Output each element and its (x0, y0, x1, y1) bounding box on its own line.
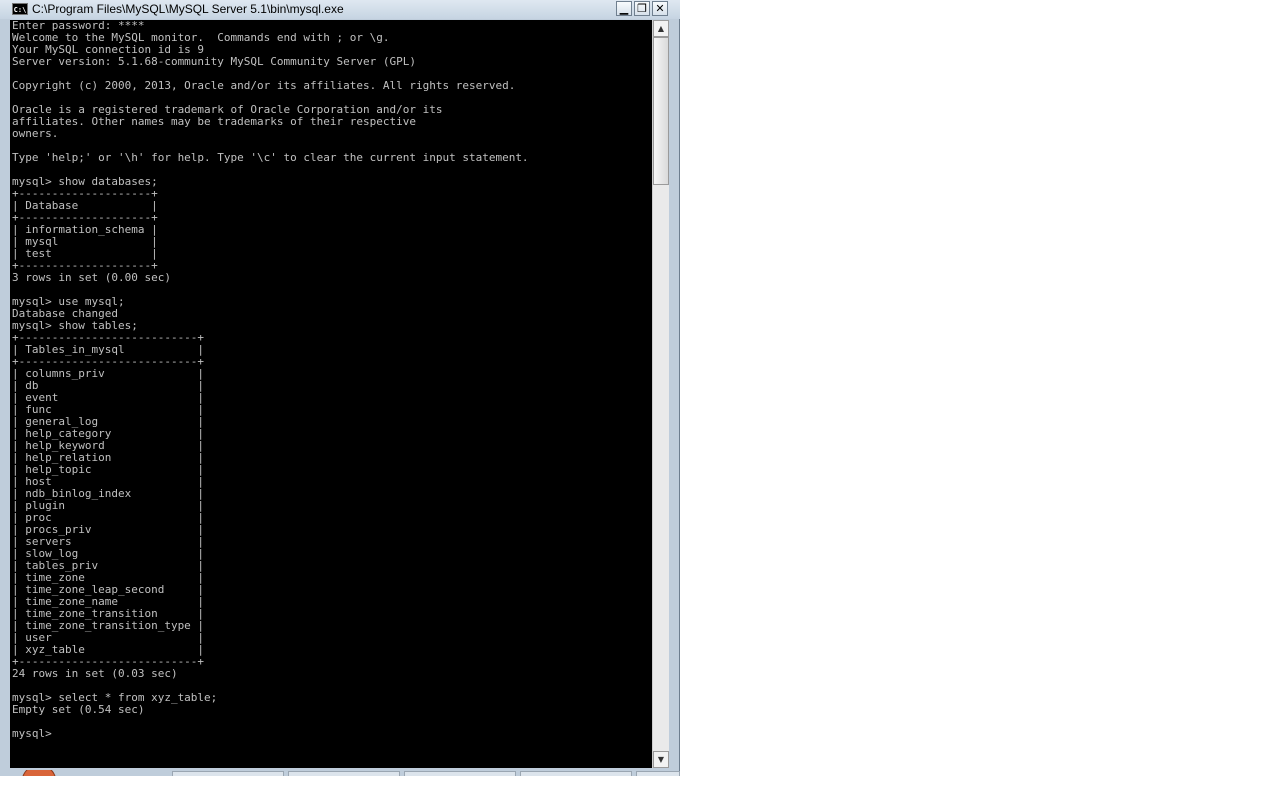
scroll-down-arrow-icon[interactable]: ▼ (653, 751, 669, 768)
taskbar-button[interactable] (404, 771, 516, 776)
console-line: affiliates. Other names may be trademark… (12, 115, 416, 128)
close-button[interactable]: ✕ (652, 1, 668, 16)
vertical-scrollbar[interactable]: ▲ ▼ (652, 20, 669, 768)
console-line: Copyright (c) 2000, 2013, Oracle and/or … (12, 79, 516, 92)
window-title: C:\Program Files\MySQL\MySQL Server 5.1\… (32, 2, 344, 16)
taskbar-button[interactable] (520, 771, 632, 776)
maximize-button[interactable]: ❐ (634, 1, 650, 16)
console-line: Empty set (0.54 sec) (12, 703, 145, 716)
start-button[interactable] (22, 770, 56, 776)
console-output[interactable]: Enter password: **** Welcome to the MySQ… (10, 20, 652, 768)
console-line: Type 'help;' or '\h' for help. Type '\c'… (12, 151, 529, 164)
console-line: owners. (12, 127, 59, 140)
scroll-thumb[interactable] (653, 37, 669, 185)
taskbar (10, 770, 680, 776)
console-window: C:\ C:\Program Files\MySQL\MySQL Server … (0, 0, 680, 776)
scroll-up-arrow-icon[interactable]: ▲ (653, 20, 669, 37)
console-line: 3 rows in set (0.00 sec) (12, 271, 171, 284)
console-line: 24 rows in set (0.03 sec) (12, 667, 178, 680)
console-icon[interactable]: C:\ (12, 3, 28, 15)
taskbar-button[interactable] (288, 771, 400, 776)
console-line: Server version: 5.1.68-community MySQL C… (12, 55, 416, 68)
title-bar[interactable]: C:\ C:\Program Files\MySQL\MySQL Server … (0, 0, 680, 19)
minimize-button[interactable]: ▁ (616, 1, 632, 16)
console-text: Enter password: **** Welcome to the MySQ… (10, 20, 652, 740)
console-line: mysql> (12, 727, 52, 740)
taskbar-button[interactable] (636, 771, 680, 776)
taskbar-button[interactable] (172, 771, 284, 776)
